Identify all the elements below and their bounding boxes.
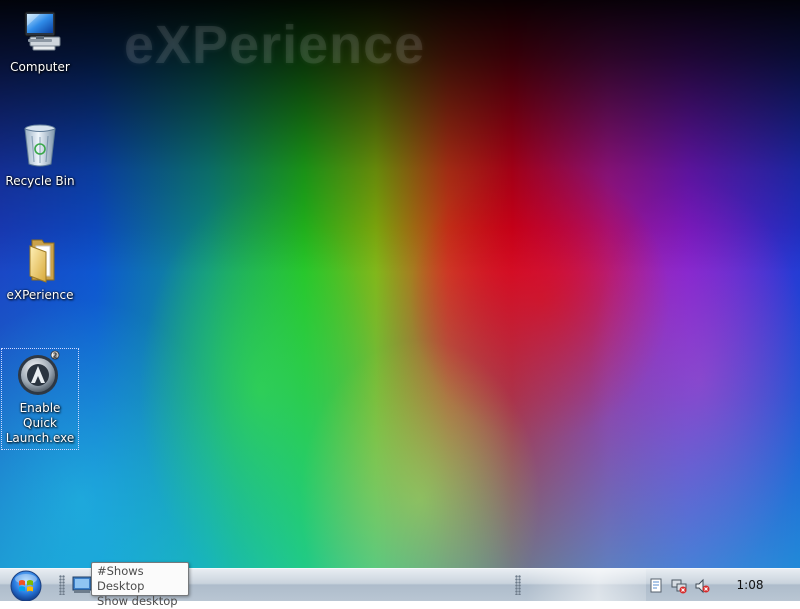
toolbar-grip[interactable] — [59, 575, 65, 595]
folder-icon — [16, 236, 64, 284]
desktop-icon-label: Enable Quick Launch.exe — [5, 401, 75, 445]
start-button[interactable] — [6, 569, 46, 602]
toolbar-grip[interactable] — [515, 575, 521, 595]
windows-orb-icon — [10, 570, 42, 602]
wallpaper-brand-text: eXPerience — [124, 15, 426, 75]
tooltip: #Shows Desktop Show desktop — [91, 562, 189, 608]
desktop-icon-recycle-bin[interactable]: Recycle Bin — [2, 122, 78, 189]
desktop-icon-label: eXPerience — [6, 288, 74, 302]
clock[interactable]: 1:08 — [728, 578, 772, 592]
desktop-icon-label: Recycle Bin — [5, 174, 75, 188]
quick-launch-show-desktop[interactable] — [72, 576, 92, 594]
tooltip-line-2: Show desktop — [97, 594, 178, 608]
desktop-icon-enable-quick-launch[interactable]: 2 Enable Quick Launch.exe — [1, 348, 79, 450]
app-icon: 2 — [16, 349, 64, 397]
desktop-icon-label: Computer — [10, 60, 70, 74]
volume-muted-icon[interactable] — [694, 578, 710, 594]
wallpaper-shade — [0, 0, 800, 568]
action-center-icon[interactable] — [648, 578, 664, 594]
tray-highlight — [526, 569, 646, 601]
desktop-icon-computer[interactable]: Computer — [2, 8, 78, 75]
svg-text:2: 2 — [53, 352, 57, 360]
show-desktop-icon — [72, 576, 92, 593]
recycle-bin-icon — [16, 122, 64, 170]
tooltip-line-1: #Shows Desktop — [97, 564, 145, 593]
computer-icon — [16, 8, 64, 56]
desktop[interactable]: eXPerience Computer Recycle Bin eXPerien… — [0, 0, 800, 568]
desktop-icon-experience-folder[interactable]: eXPerience — [2, 236, 78, 303]
network-icon[interactable] — [671, 578, 687, 594]
